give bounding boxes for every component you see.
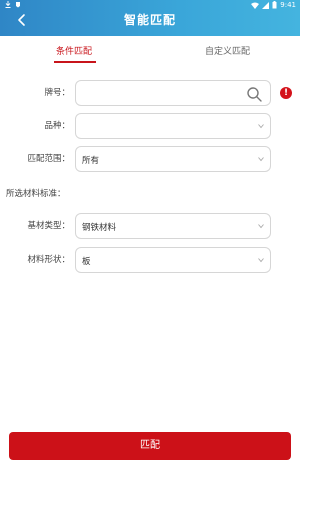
brand-row: 牌号： !: [0, 80, 300, 106]
base-material-value: 钢铁材料: [82, 223, 117, 233]
brand-label: 牌号：: [44, 88, 70, 98]
download-icon: [5, 1, 11, 8]
tab-bar: 条件匹配 自定义匹配: [0, 40, 300, 64]
chevron-down-icon: [258, 258, 264, 263]
material-shape-select[interactable]: 板: [75, 247, 271, 273]
match-range-value: 所有: [82, 156, 100, 166]
base-material-select[interactable]: 钢铁材料: [75, 213, 271, 239]
page-title: 智能匹配: [123, 13, 176, 27]
notification-icon: [16, 2, 20, 8]
material-shape-value: 板: [82, 257, 91, 267]
active-tab-indicator: [54, 61, 96, 63]
chevron-down-icon: [258, 224, 264, 229]
match-range-row: 匹配范围： 所有: [0, 146, 300, 172]
tab-condition-match[interactable]: 条件匹配: [56, 44, 92, 57]
material-shape-row: 材料形状： 板: [0, 247, 300, 273]
base-material-row: 基材类型： 钢铁材料: [0, 213, 300, 239]
match-range-select[interactable]: 所有: [75, 146, 271, 172]
variety-select[interactable]: [75, 113, 271, 139]
tab-custom-match[interactable]: 自定义匹配: [205, 44, 250, 57]
info-icon[interactable]: !: [280, 87, 292, 99]
material-shape-label: 材料形状：: [27, 255, 70, 265]
brand-input[interactable]: [75, 80, 271, 106]
chevron-down-icon: [258, 157, 264, 162]
match-range-label: 匹配范围：: [27, 154, 70, 164]
selected-standard-label: 所选材料标准：: [6, 189, 66, 199]
match-button[interactable]: 匹配: [9, 432, 291, 460]
search-icon[interactable]: [246, 86, 262, 102]
variety-label: 品种：: [44, 121, 70, 131]
chevron-down-icon: [258, 124, 264, 129]
navigation-header: 智能匹配: [0, 8, 300, 32]
base-material-label: 基材类型：: [27, 221, 70, 231]
variety-row: 品种：: [0, 113, 300, 139]
